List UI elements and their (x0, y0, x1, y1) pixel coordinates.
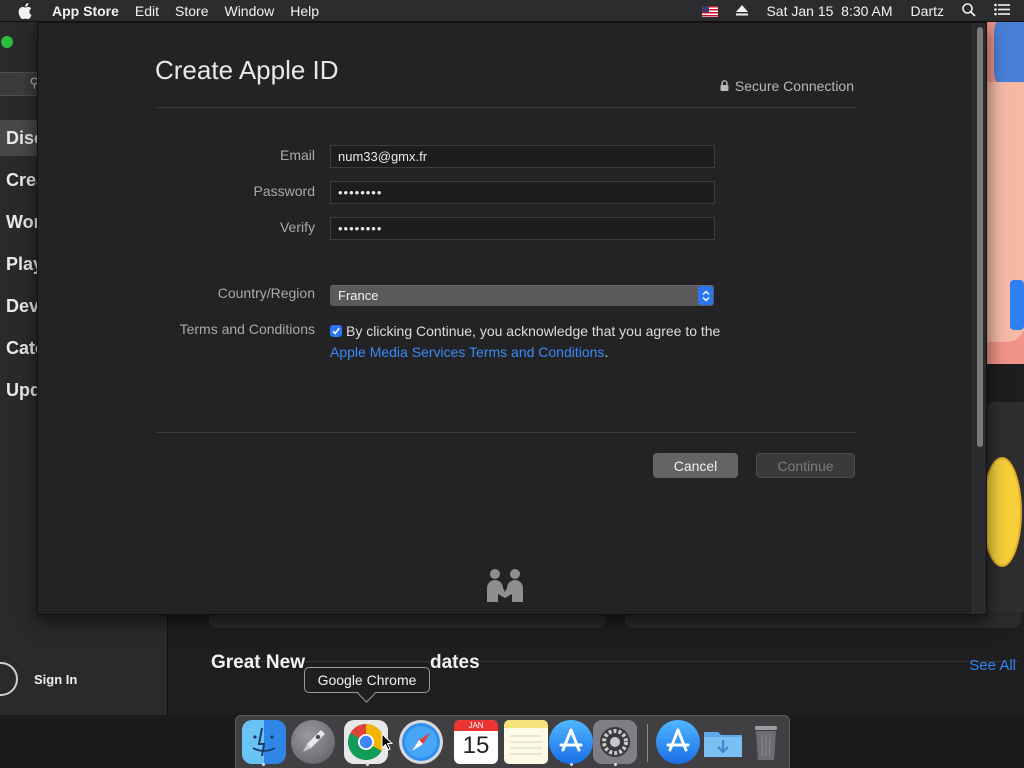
menubar-user[interactable]: Dartz (911, 3, 944, 19)
sheet-scroll-track[interactable] (972, 23, 986, 614)
secure-connection-label: Secure Connection (734, 78, 854, 94)
launchpad-icon[interactable] (291, 720, 335, 764)
secure-connection-indicator: Secure Connection (720, 78, 854, 94)
sheet-scrollbar[interactable] (977, 27, 983, 447)
cancel-button[interactable]: Cancel (653, 453, 738, 478)
terms-checkbox[interactable] (330, 325, 342, 337)
verify-label: Verify (279, 219, 315, 235)
account-icon (0, 662, 18, 696)
terms-text: By clicking Continue, you acknowledge th… (346, 323, 721, 339)
apple-icon[interactable] (18, 2, 38, 19)
terms-link[interactable]: Apple Media Services Terms and Condition… (330, 344, 604, 360)
dock-tooltip: Google Chrome (304, 667, 430, 693)
menu-help[interactable]: Help (290, 3, 319, 19)
sign-in-button[interactable]: Sign In (0, 662, 77, 696)
password-field[interactable]: •••••••• (330, 181, 715, 204)
mouse-cursor-icon (381, 732, 394, 756)
featured-artwork[interactable] (986, 22, 1024, 364)
system-preferences-icon[interactable] (593, 720, 637, 764)
notification-center-icon[interactable] (994, 3, 1010, 19)
trash-icon[interactable] (744, 720, 788, 764)
section-divider (209, 661, 1019, 662)
calendar-month: JAN (454, 720, 498, 731)
email-field[interactable] (330, 145, 715, 168)
section-title: Great New (211, 652, 305, 673)
menu-store[interactable]: Store (175, 3, 208, 19)
lock-icon (720, 78, 729, 94)
header-divider (156, 107, 856, 108)
time-text: 8:30 AM (841, 3, 893, 19)
see-all-link[interactable]: See All (969, 657, 1016, 674)
country-value: France (338, 288, 379, 303)
chevron-updown-icon (698, 286, 713, 305)
eject-icon[interactable] (736, 3, 749, 19)
country-label: Country/Region (217, 285, 315, 301)
terms-label: Terms and Conditions (179, 321, 315, 337)
email-label: Email (279, 147, 315, 163)
running-indicator (262, 763, 265, 766)
menu-bar: App Store Edit Store Window Help Sat Jan… (0, 0, 1024, 22)
sidebar-item-develop[interactable]: Dev (6, 296, 39, 317)
running-indicator (570, 763, 573, 766)
menu-edit[interactable]: Edit (135, 3, 159, 19)
notes-icon[interactable] (504, 720, 548, 764)
window-zoom-button[interactable] (1, 36, 13, 48)
calendar-day: 15 (462, 732, 490, 759)
emoji-artwork[interactable] (986, 402, 1024, 612)
dock-separator (647, 724, 648, 762)
safari-icon[interactable] (399, 720, 443, 764)
sidebar-item-updates[interactable]: Upd (6, 380, 41, 401)
handshake-people-icon (484, 568, 526, 607)
running-indicator (366, 763, 369, 766)
date-text: Sat Jan 15 (766, 3, 834, 19)
menu-app-name[interactable]: App Store (52, 3, 119, 19)
spotlight-search-icon[interactable] (962, 2, 976, 20)
section-title-end: dates (430, 652, 480, 673)
app-store-downloads-icon[interactable] (656, 720, 700, 764)
app-store-icon[interactable] (549, 720, 593, 764)
us-flag-icon[interactable] (702, 5, 719, 17)
footer-divider (156, 432, 856, 433)
dock: JAN 15 (235, 715, 790, 768)
password-label: Password (253, 183, 315, 199)
menubar-date[interactable]: Sat Jan 15 8:30 AM (766, 3, 892, 19)
verify-password-field[interactable]: •••••••• (330, 217, 715, 240)
sidebar-item-work[interactable]: Wor (6, 212, 41, 233)
terms-period: . (604, 344, 609, 360)
country-select[interactable]: France (330, 285, 714, 306)
sign-in-label: Sign In (34, 671, 78, 687)
menu-window[interactable]: Window (224, 3, 274, 19)
page-title: Create Apple ID (155, 55, 339, 85)
finder-icon[interactable] (242, 720, 286, 764)
running-indicator (614, 763, 617, 766)
continue-button[interactable]: Continue (756, 453, 855, 478)
terms-agreement: By clicking Continue, you acknowledge th… (330, 321, 730, 363)
calendar-icon[interactable]: JAN 15 (454, 720, 498, 764)
downloads-folder-icon[interactable] (701, 720, 745, 764)
create-apple-id-sheet: Create Apple ID Secure Connection Email … (37, 22, 987, 615)
